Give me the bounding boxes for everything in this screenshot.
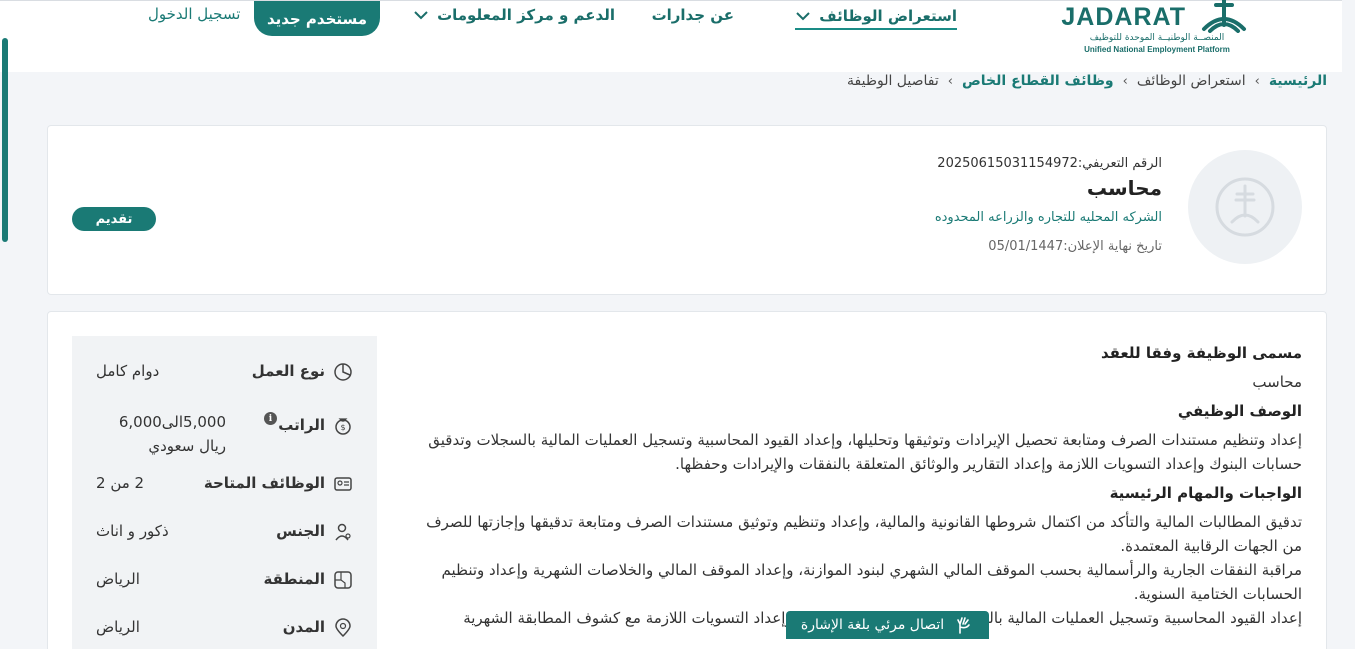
sign-language-button[interactable]: اتصال مرئي بلغة الإشارة xyxy=(786,611,989,639)
openings-value: 2 من 2 xyxy=(96,474,145,492)
chevron-down-icon xyxy=(796,12,810,21)
breadcrumb: الرئيسية › استعراض الوظائف › وظائف القطا… xyxy=(847,73,1327,89)
saudi-emblem-icon xyxy=(1202,0,1246,33)
contract-title-heading: مسمى الوظيفة وفقا للعقد xyxy=(1100,344,1302,362)
job-description: مسمى الوظيفة وفقا للعقد محاسب الوصف الوظ… xyxy=(422,344,1302,638)
gender-value: ذكور و اناث xyxy=(96,522,169,540)
city-label: المدن xyxy=(282,618,325,636)
company-name[interactable]: الشركه المحليه للتجاره والزراعه المحدوده xyxy=(935,210,1162,225)
site-header: JADARAT المنصــة الوطنيــة الموحدة للتوظ… xyxy=(0,0,1342,72)
saudi-emblem-icon xyxy=(1215,177,1275,237)
summary-row-gender: الجنس ذكور و اناث xyxy=(72,522,377,570)
breadcrumb-home[interactable]: الرئيسية xyxy=(1269,73,1327,89)
nav-browse-jobs[interactable]: استعراض الوظائف xyxy=(795,4,957,30)
new-user-button[interactable]: مستخدم جديد xyxy=(254,1,380,36)
hand-sign-icon xyxy=(957,617,970,634)
city-value: الرياض xyxy=(96,618,140,636)
summary-row-openings: الوظائف المتاحة 2 من 2 xyxy=(72,474,377,522)
salary-label: الراتب xyxy=(278,416,325,434)
nav-browse-jobs-label: استعراض الوظائف xyxy=(819,7,957,25)
nav-support[interactable]: الدعم و مركز المعلومات xyxy=(413,4,615,26)
salary-value: 5,000الى6,000 ريال سعودي xyxy=(118,413,226,455)
duty-item: تدقيق المطالبات المالية والتأكد من اكتما… xyxy=(426,513,1302,555)
summary-row-region: المنطقة الرياض xyxy=(72,570,377,618)
id-card-icon xyxy=(334,477,352,491)
breadcrumb-current: تفاصيل الوظيفة xyxy=(847,73,939,89)
job-header-card: الرقم التعريفي:20250615031154972 محاسب ا… xyxy=(47,125,1327,295)
work-type-label: نوع العمل xyxy=(251,362,325,380)
breadcrumb-private-jobs[interactable]: وظائف القطاع الخاص xyxy=(962,73,1114,89)
nav-support-label: الدعم و مركز المعلومات xyxy=(437,6,615,24)
job-id: الرقم التعريفي:20250615031154972 xyxy=(937,156,1162,171)
region-label: المنطقة xyxy=(263,570,325,588)
logo-english-name: Unified National Employment Platform xyxy=(1084,45,1230,54)
description-text: إعداد وتنظيم مستندات الصرف ومتابعة تحصيل… xyxy=(428,431,1302,473)
company-avatar xyxy=(1188,150,1302,264)
scrollbar-thumb[interactable] xyxy=(2,38,8,242)
job-summary-panel: نوع العمل دوام كامل $ الراتب i 5,000الى6… xyxy=(72,336,377,649)
map-icon xyxy=(334,571,352,589)
info-icon[interactable]: i xyxy=(264,412,277,425)
deadline-label: تاريخ نهاية الإعلان: xyxy=(1063,239,1162,254)
openings-label: الوظائف المتاحة xyxy=(203,474,325,492)
chevron-down-icon xyxy=(414,11,428,20)
work-type-value: دوام كامل xyxy=(96,362,160,380)
summary-row-salary: $ الراتب i 5,000الى6,000 ريال سعودي xyxy=(72,410,377,472)
description-heading: الوصف الوظيفي xyxy=(1177,402,1302,420)
logo-arabic-name: المنصــة الوطنيــة الموحدة للتوظيف xyxy=(1089,33,1225,43)
person-icon xyxy=(335,523,351,541)
job-id-value: 20250615031154972 xyxy=(937,156,1078,171)
sign-language-label: اتصال مرئي بلغة الإشارة xyxy=(800,617,945,633)
gender-label: الجنس xyxy=(276,522,325,540)
location-pin-icon xyxy=(335,618,351,638)
summary-row-city: المدن الرياض xyxy=(72,618,377,649)
job-title: محاسب xyxy=(1086,176,1162,200)
job-details-card: مسمى الوظيفة وفقا للعقد محاسب الوصف الوظ… xyxy=(47,311,1327,649)
nav-about-label: عن جدارات xyxy=(651,6,734,24)
job-id-label: الرقم التعريفي: xyxy=(1077,156,1162,171)
duty-item: مراقبة النفقات الجارية والرأسمالية بحسب … xyxy=(441,561,1302,603)
breadcrumb-separator: › xyxy=(1122,73,1128,89)
duties-heading: الواجبات والمهام الرئيسية xyxy=(1109,484,1302,502)
pie-chart-icon xyxy=(334,363,352,381)
breadcrumb-browse[interactable]: استعراض الوظائف xyxy=(1137,73,1246,89)
apply-button[interactable]: تقديم xyxy=(72,207,156,231)
breadcrumb-separator: › xyxy=(1254,73,1260,89)
money-bag-icon: $ xyxy=(335,418,351,435)
deadline-value: 05/01/1447 xyxy=(988,239,1064,254)
deadline: تاريخ نهاية الإعلان:05/01/1447 xyxy=(988,239,1162,254)
logo-wordmark: JADARAT xyxy=(1061,3,1186,31)
contract-title: محاسب xyxy=(1252,373,1302,391)
nav-about[interactable]: عن جدارات xyxy=(652,4,734,26)
region-value: الرياض xyxy=(96,570,140,588)
breadcrumb-separator: › xyxy=(947,73,953,89)
login-link[interactable]: تسجيل الدخول xyxy=(148,5,240,23)
summary-row-work-type: نوع العمل دوام كامل xyxy=(72,362,377,410)
jadarat-logo[interactable]: JADARAT المنصــة الوطنيــة الموحدة للتوظ… xyxy=(1061,0,1252,59)
svg-text:$: $ xyxy=(340,423,345,432)
